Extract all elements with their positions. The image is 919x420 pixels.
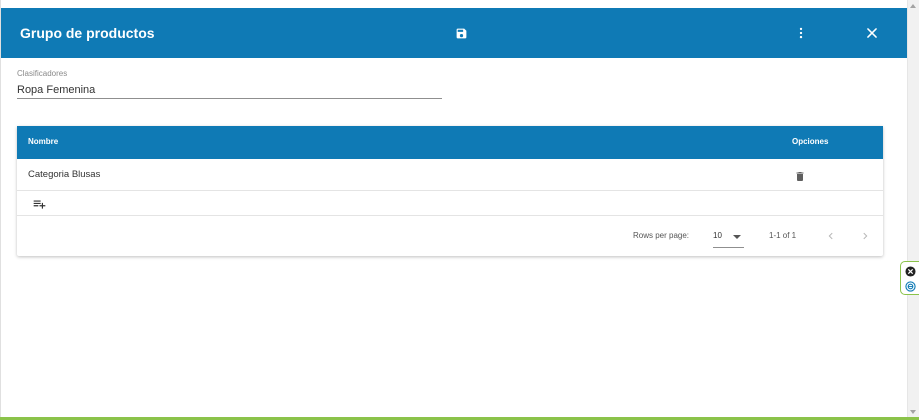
column-header-opciones: Opciones [792,137,829,146]
dropdown-caret-icon [733,235,741,239]
more-vert-icon [799,27,803,39]
chevron-right-icon [863,232,868,240]
row-nombre-cell: Categoria Blusas [28,169,101,180]
widget-icon [904,280,916,292]
delete-row-button[interactable] [791,167,809,185]
add-row-area [17,191,883,216]
trash-icon [796,171,804,181]
rows-per-page-select[interactable]: 10 [713,224,744,248]
left-border [0,0,1,420]
table-row: Categoria Blusas [17,159,883,191]
close-button[interactable] [861,22,883,44]
clasificadores-input[interactable] [17,82,442,99]
dialog-title: Grupo de productos [20,25,155,41]
save-button[interactable] [450,22,472,44]
widget-close-button[interactable] [903,264,917,278]
column-header-nombre[interactable]: Nombre [28,137,58,146]
previous-page-button[interactable] [823,228,839,244]
table-pagination: Rows per page: 10 1-1 of 1 [17,216,883,256]
close-circle-icon [904,265,916,277]
pagination-range: 1-1 of 1 [769,231,797,240]
widget-action-button[interactable] [903,279,917,293]
save-icon [456,28,466,38]
next-page-button[interactable] [857,228,873,244]
clasificadores-field: Clasificadores [17,69,442,99]
rows-per-page-label: Rows per page: [633,231,690,240]
vertical-scrollbar[interactable] [907,0,919,420]
playlist-add-icon [33,200,45,209]
chevron-left-icon [828,232,833,240]
clasificadores-label: Clasificadores [17,69,68,78]
scroll-up-arrow-icon[interactable] [910,4,916,8]
dialog-header: Grupo de productos [1,8,907,58]
add-row-button[interactable] [29,194,49,214]
app-window: Grupo de productos Clasificadores Nombre [0,0,919,420]
more-options-button[interactable] [790,22,812,44]
table-header: Nombre Opciones [17,126,883,159]
close-icon [867,28,877,38]
side-widget [900,261,919,295]
top-margin [0,0,907,8]
products-table-card: Nombre Opciones Categoria Blusas Rows pe… [17,126,883,256]
rows-per-page-value: 10 [713,231,722,240]
scroll-down-arrow-icon[interactable] [910,410,916,414]
